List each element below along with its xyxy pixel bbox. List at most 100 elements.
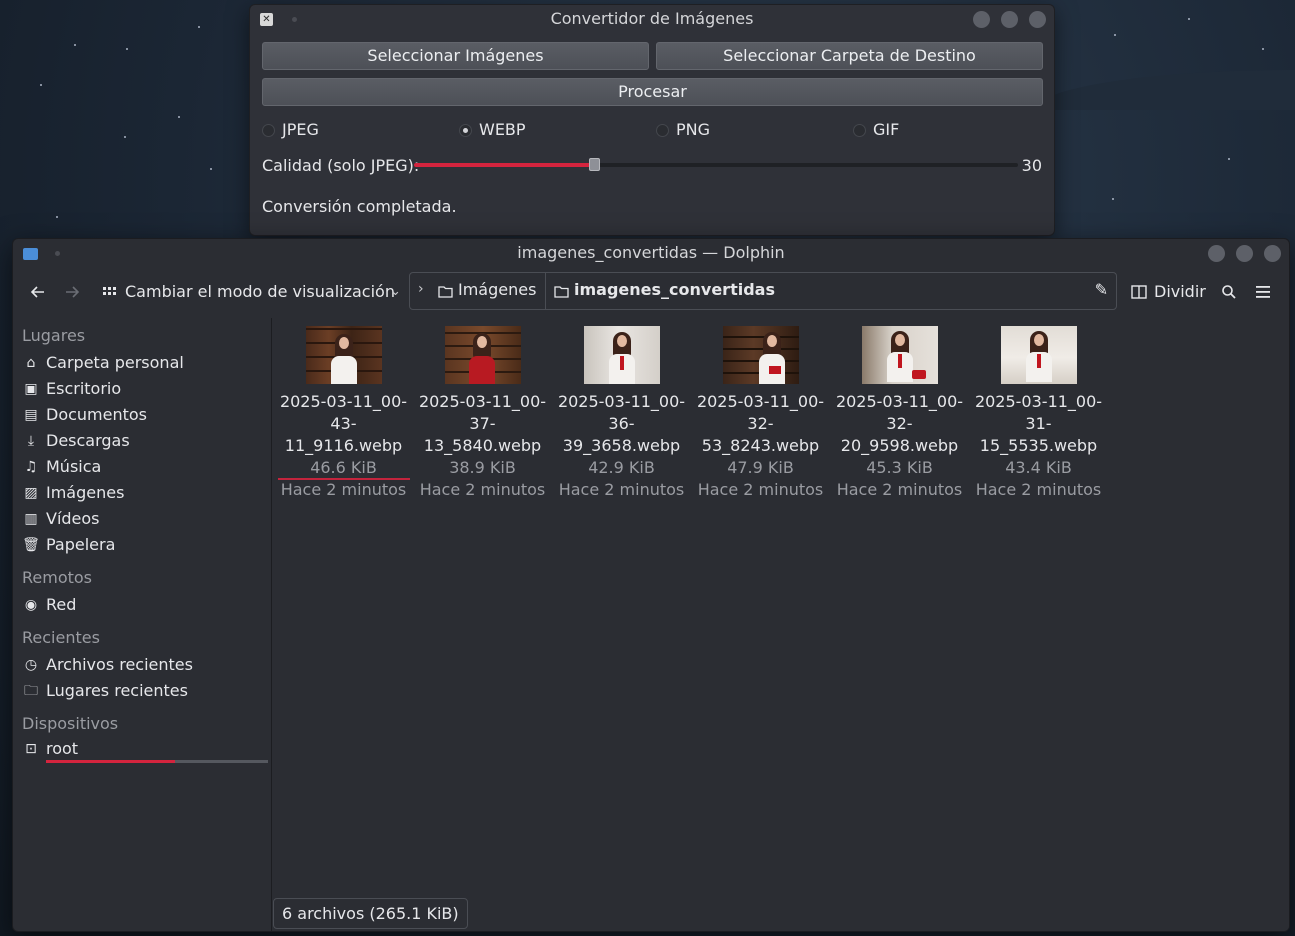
- desktop-icon: ▣: [24, 381, 38, 397]
- maximize-button[interactable]: [1236, 245, 1253, 262]
- section-header-devices: Dispositivos: [22, 714, 119, 733]
- file-name-line1: 2025-03-11_00-: [696, 392, 825, 411]
- sidebar-item-label: Red: [46, 595, 77, 614]
- documents-icon: ▤: [24, 407, 38, 423]
- quality-slider-handle[interactable]: [589, 158, 600, 171]
- sidebar-item-label: Documentos: [46, 405, 148, 424]
- file-item[interactable]: 2025-03-11_00- 43-11_9116.webp 46.6 KiB …: [274, 326, 413, 501]
- file-name-line1: 2025-03-11_00-: [279, 392, 408, 411]
- folder-icon: [438, 283, 453, 302]
- file-size: 47.9 KiB: [727, 458, 794, 477]
- breadcrumb[interactable]: › Imágenes imagenes_convertidas ✎: [409, 272, 1117, 310]
- window-title: Convertidor de Imágenes: [550, 9, 754, 28]
- quality-slider[interactable]: [414, 158, 1018, 171]
- search-icon: [1222, 285, 1236, 299]
- select-images-button[interactable]: Seleccionar Imágenes: [262, 42, 649, 70]
- section-header-recent: Recientes: [22, 628, 100, 647]
- file-modified: Hace 2 minutos: [975, 480, 1102, 499]
- quality-slider-fill: [414, 163, 595, 167]
- file-thumbnail: [1000, 326, 1077, 384]
- file-name-line2: 32-20_9598.webp: [840, 414, 959, 455]
- sidebar-item-label: Imágenes: [46, 483, 125, 502]
- file-size: 46.6 KiB: [310, 458, 377, 477]
- sidebar-item-label: Descargas: [46, 431, 130, 450]
- dolphin-titlebar[interactable]: imagenes_convertidas — Dolphin: [13, 239, 1289, 267]
- radio-circle: [656, 124, 669, 137]
- radio-label: WEBP: [479, 120, 526, 139]
- sidebar-item-label: root: [46, 739, 79, 758]
- chevron-down-icon: ⌄: [390, 284, 401, 299]
- sidebar-item-label: Archivos recientes: [46, 655, 193, 674]
- file-item[interactable]: 2025-03-11_00- 32-20_9598.webp 45.3 KiB …: [830, 326, 969, 501]
- file-item[interactable]: 2025-03-11_00- 32-53_8243.webp 47.9 KiB …: [691, 326, 830, 501]
- forward-button[interactable]: [63, 277, 89, 307]
- file-view[interactable]: 2025-03-11_00- 43-11_9116.webp 46.6 KiB …: [272, 318, 1289, 931]
- trash-icon: 🗑: [22, 537, 40, 553]
- downloads-icon: ⤓: [27, 433, 35, 449]
- close-button[interactable]: [1264, 245, 1281, 262]
- folder-icon: [554, 283, 569, 302]
- videos-icon: ▥: [24, 511, 38, 527]
- breadcrumb-item-current[interactable]: imagenes_convertidas: [574, 280, 775, 299]
- recent-files-icon: ◷: [24, 657, 38, 673]
- radio-circle: [853, 124, 866, 137]
- grid-icon: [103, 287, 116, 295]
- places-sidebar: Lugares ⌂ Carpeta personal ▣ Escritorio ▤ D…: [13, 318, 271, 931]
- dolphin-window: imagenes_convertidas — Dolphin Cambiar e…: [12, 238, 1290, 932]
- file-modified: Hace 2 minutos: [697, 480, 824, 499]
- select-destination-button[interactable]: Seleccionar Carpeta de Destino: [656, 42, 1043, 70]
- converter-titlebar[interactable]: ✕ Convertidor de Imágenes: [250, 5, 1054, 33]
- file-name-line2: 36-39_3658.webp: [562, 414, 681, 455]
- file-size: 42.9 KiB: [588, 458, 655, 477]
- minimize-button[interactable]: [1208, 245, 1225, 262]
- sidebar-item-label: Música: [46, 457, 102, 476]
- radio-label: PNG: [676, 120, 711, 139]
- file-thumbnail: [583, 326, 660, 384]
- search-button[interactable]: [1221, 277, 1241, 307]
- close-button[interactable]: [1029, 11, 1046, 28]
- file-name-line1: 2025-03-11_00-: [557, 392, 686, 411]
- converter-window: ✕ Convertidor de Imágenes Seleccionar Im…: [249, 4, 1055, 236]
- forward-arrow-icon: [66, 286, 80, 298]
- file-item[interactable]: 2025-03-11_00- 36-39_3658.webp 42.9 KiB …: [552, 326, 691, 501]
- section-header-remote: Remotos: [22, 568, 93, 587]
- file-name-line1: 2025-03-11_00-: [835, 392, 964, 411]
- split-view-icon: [1131, 285, 1147, 299]
- quality-label: Calidad (solo JPEG):: [262, 156, 420, 175]
- file-size: 45.3 KiB: [866, 458, 933, 477]
- file-modified: Hace 2 minutos: [558, 480, 685, 499]
- breadcrumb-separator: [545, 273, 546, 309]
- minimize-button[interactable]: [973, 11, 990, 28]
- sidebar-item-label: Escritorio: [46, 379, 122, 398]
- menu-button[interactable]: [1255, 277, 1275, 307]
- file-name-line2: 43-11_9116.webp: [284, 414, 403, 455]
- file-modified: Hace 2 minutos: [836, 480, 963, 499]
- file-name-line2: 31-15_5535.webp: [979, 414, 1098, 455]
- recent-places-icon: 🗀: [24, 683, 38, 699]
- file-name-line1: 2025-03-11_00-: [418, 392, 547, 411]
- process-button[interactable]: Procesar: [262, 78, 1043, 106]
- file-modified: Hace 2 minutos: [280, 480, 407, 499]
- sidebar-item-label: Vídeos: [46, 509, 100, 528]
- file-name-line1: 2025-03-11_00-: [974, 392, 1103, 411]
- status-bar: 6 archivos (265.1 KiB): [273, 898, 468, 929]
- file-thumbnail: [444, 326, 521, 384]
- sidebar-item-label: Lugares recientes: [46, 681, 188, 700]
- back-button[interactable]: [29, 277, 55, 307]
- file-size: 43.4 KiB: [1005, 458, 1072, 477]
- chevron-right-icon: ›: [418, 281, 424, 297]
- section-header-places: Lugares: [22, 326, 86, 345]
- radio-label: JPEG: [282, 120, 319, 139]
- hamburger-menu-icon: [1256, 286, 1270, 298]
- drive-icon: ⊡: [25, 741, 37, 757]
- file-item[interactable]: 2025-03-11_00- 37-13_5840.webp 38.9 KiB …: [413, 326, 552, 501]
- file-item[interactable]: 2025-03-11_00- 31-15_5535.webp 43.4 KiB …: [969, 326, 1108, 501]
- breadcrumb-item-imagenes[interactable]: Imágenes: [458, 280, 536, 299]
- maximize-button[interactable]: [1001, 11, 1018, 28]
- window-title: imagenes_convertidas — Dolphin: [517, 243, 785, 262]
- edit-pencil-icon[interactable]: ✎: [1095, 280, 1108, 299]
- status-message: Conversión completada.: [262, 197, 457, 216]
- back-arrow-icon: [30, 286, 44, 298]
- file-thumbnail: [722, 326, 799, 384]
- sidebar-item-label: Carpeta personal: [46, 353, 184, 372]
